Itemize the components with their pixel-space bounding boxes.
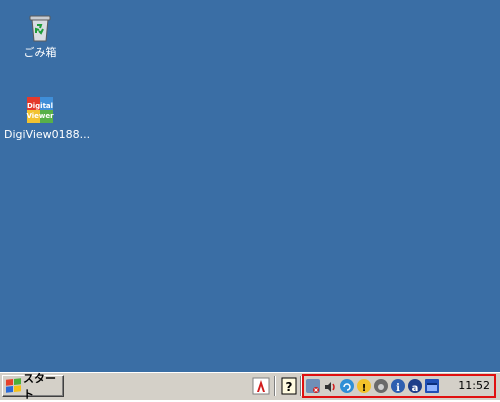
svg-text:a: a <box>412 383 419 394</box>
svg-text:i: i <box>396 383 400 394</box>
refresh-icon[interactable] <box>340 379 354 393</box>
desktop: ごみ箱 Digital Viewer DigiView0188... <box>0 0 500 372</box>
taskbar: スタート ? ! i a 11:52 <box>0 372 500 401</box>
volume-icon[interactable] <box>323 379 337 393</box>
desktop-icon-recycle-bin[interactable]: ごみ箱 <box>4 12 76 59</box>
desktop-icon-digiview[interactable]: Digital Viewer DigiView0188... <box>4 94 91 141</box>
svg-text:!: ! <box>362 383 367 394</box>
recycle-bin-icon <box>24 12 56 44</box>
help-icon[interactable]: ? <box>280 377 298 395</box>
svg-text:Digital: Digital <box>27 102 53 110</box>
settings-icon[interactable] <box>374 379 388 393</box>
windows-logo-icon <box>6 378 21 394</box>
security-shield-icon[interactable]: ! <box>357 379 371 394</box>
acrobat-icon[interactable] <box>252 377 270 395</box>
digiview-label: DigiView0188... <box>4 128 91 141</box>
svg-text:Viewer: Viewer <box>26 112 54 120</box>
atok-icon[interactable]: a <box>408 379 422 394</box>
system-tray: ! i a 11:52 <box>302 374 496 398</box>
start-button[interactable]: スタート <box>2 372 64 401</box>
info-icon[interactable]: i <box>391 379 405 394</box>
digital-viewer-icon: Digital Viewer <box>24 94 56 126</box>
network-icon[interactable] <box>306 379 320 393</box>
clock[interactable]: 11:52 <box>458 379 490 393</box>
recycle-bin-label: ごみ箱 <box>23 46 57 59</box>
window-icon[interactable] <box>425 379 439 393</box>
svg-text:?: ? <box>286 380 293 394</box>
start-label: スタート <box>23 372 56 401</box>
taskbar-separator <box>274 376 276 396</box>
